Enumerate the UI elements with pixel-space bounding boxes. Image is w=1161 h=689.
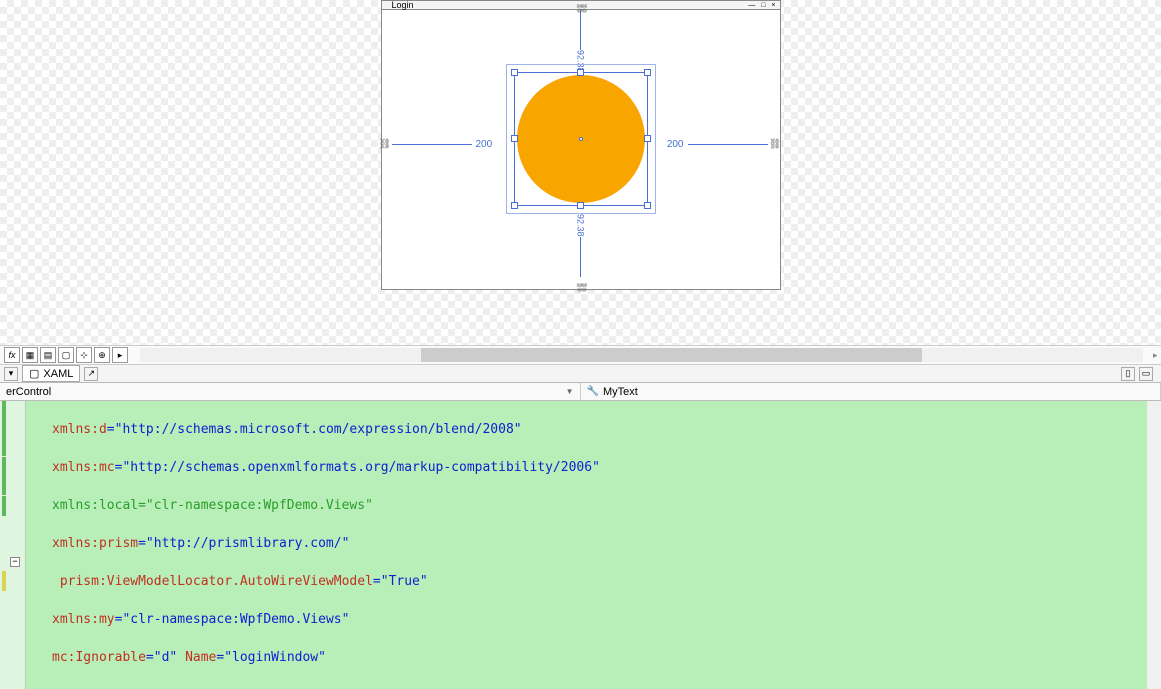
change-marker (2, 457, 6, 495)
chain-icon: ⛓ (575, 2, 586, 15)
resize-handle[interactable] (511, 202, 518, 209)
resize-handle[interactable] (644, 202, 651, 209)
fx-button[interactable]: fx (4, 347, 20, 363)
scroll-thumb[interactable] (421, 348, 923, 362)
code-editor[interactable]: − xmlns:d="http://schemas.microsoft.com/… (0, 401, 1161, 689)
chain-icon: ⛓ (769, 139, 782, 150)
breadcrumb-property[interactable]: 🔧 MyText (581, 383, 1161, 400)
chain-icon: ⛓ (379, 139, 392, 150)
fold-toggle[interactable]: − (10, 557, 20, 567)
change-marker (2, 401, 6, 456)
resize-handle[interactable] (511, 135, 518, 142)
ruler-bottom: 92.38 (576, 214, 586, 277)
horizontal-scrollbar[interactable] (140, 348, 1143, 362)
resize-handle[interactable] (577, 202, 584, 209)
resize-handle[interactable] (511, 69, 518, 76)
split-v-button[interactable]: ▭ (1139, 367, 1153, 381)
design-surface[interactable]: Login — □ × 92.38 92.38 200 200 ⛓ ⛓ ⛓ ⛓ (0, 0, 1161, 345)
pane-tab-bar: ▾ ▢ XAML ↗ ▯ ▭ (0, 365, 1161, 383)
preview-title: Login (392, 1, 414, 9)
breadcrumb-bar: erControl ▼ 🔧 MyText (0, 383, 1161, 401)
scroll-right-arrow[interactable]: ▸ (1153, 350, 1161, 361)
wrench-icon: 🔧 (587, 386, 599, 397)
tab-label: XAML (43, 368, 73, 380)
resize-handle[interactable] (644, 135, 651, 142)
change-marker (2, 571, 6, 591)
xaml-icon: ▢ (29, 367, 39, 380)
settings-button[interactable]: ▸ (112, 347, 128, 363)
breadcrumb-text: erControl (6, 386, 51, 398)
grid-off-button[interactable]: ▢ (58, 347, 74, 363)
resize-handle[interactable] (644, 69, 651, 76)
resize-handle[interactable] (577, 69, 584, 76)
split-h-button[interactable]: ▯ (1121, 367, 1135, 381)
tab-xaml[interactable]: ▢ XAML (22, 365, 80, 382)
chain-icon: ⛓ (575, 281, 586, 294)
breadcrumb-text: MyText (603, 386, 638, 398)
grid-large-button[interactable]: ▤ (40, 347, 56, 363)
ruler-top: 92.38 (576, 10, 586, 73)
vertical-scrollbar[interactable] (1147, 401, 1161, 689)
snap-button[interactable]: ⊹ (76, 347, 92, 363)
chevron-down-icon: ▼ (566, 387, 574, 396)
snapline-button[interactable]: ⊕ (94, 347, 110, 363)
code-content[interactable]: xmlns:d="http://schemas.microsoft.com/ex… (26, 401, 1161, 689)
designer-toolbar: fx ▦ ▤ ▢ ⊹ ⊕ ▸ ▸ (0, 345, 1161, 365)
popout-button[interactable]: ↗ (84, 367, 98, 381)
ruler-left: 200 (392, 139, 497, 150)
change-marker (2, 496, 6, 516)
collapse-pane-button[interactable]: ▾ (4, 367, 18, 381)
caption-buttons: — □ × (748, 1, 779, 9)
preview-window[interactable]: Login — □ × 92.38 92.38 200 200 ⛓ ⛓ ⛓ ⛓ (381, 0, 781, 290)
selection-box[interactable] (514, 72, 648, 206)
breadcrumb-element[interactable]: erControl ▼ (0, 383, 581, 400)
code-gutter: − (0, 401, 26, 689)
ruler-right: 200 (663, 139, 768, 150)
grid-button[interactable]: ▦ (22, 347, 38, 363)
